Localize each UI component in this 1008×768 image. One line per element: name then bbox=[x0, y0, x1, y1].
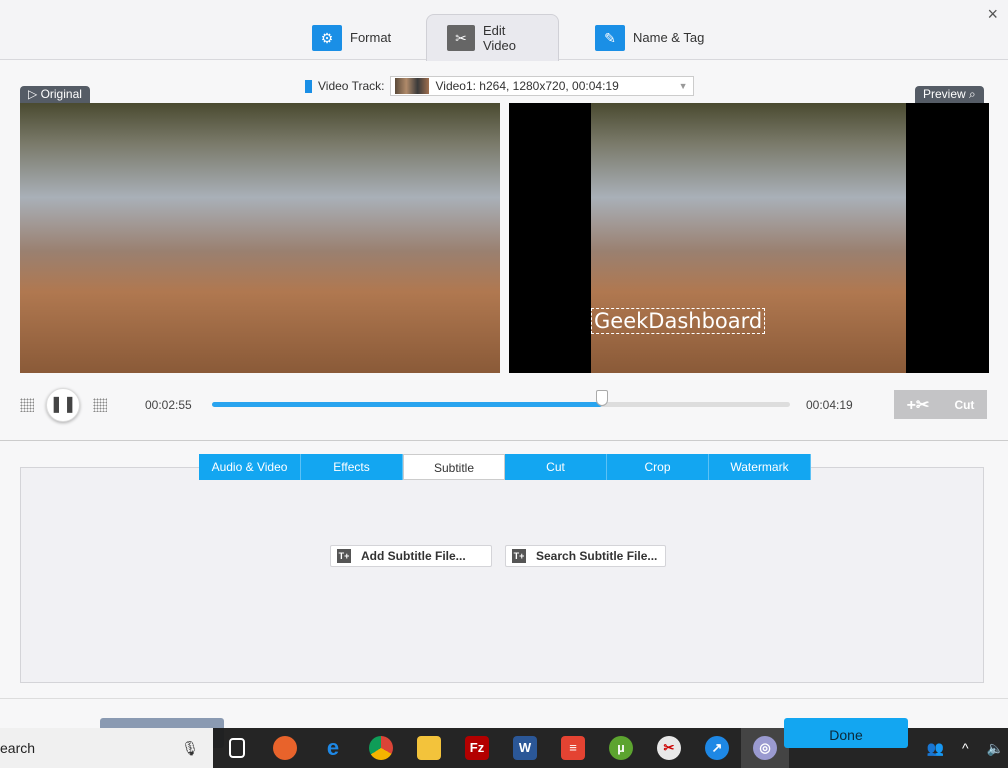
close-button[interactable]: × bbox=[987, 4, 998, 25]
system-tray: 👥 ^ 🔈 bbox=[927, 728, 1008, 768]
file-explorer-icon[interactable] bbox=[405, 728, 453, 768]
volume-icon[interactable]: 🔈 bbox=[987, 740, 1004, 757]
video-track-select[interactable]: Video1: h264, 1280x720, 00:04:19 ▼ bbox=[390, 76, 695, 96]
blue-app-icon[interactable]: ↗ bbox=[693, 728, 741, 768]
tab-format[interactable]: ⚙ Format bbox=[292, 14, 411, 61]
preview-video: GeekDashboard bbox=[509, 103, 989, 373]
track-icon bbox=[305, 79, 312, 93]
pause-button[interactable]: ❚❚ bbox=[46, 388, 80, 422]
search-subtitle-icon: T+ bbox=[512, 549, 526, 563]
firefox-icon[interactable] bbox=[261, 728, 309, 768]
edge-icon[interactable]: e bbox=[309, 728, 357, 768]
video-track-label: Video Track: bbox=[318, 79, 385, 93]
preview-text: Preview bbox=[923, 87, 966, 101]
tab-label: Edit Video bbox=[482, 23, 516, 53]
filezilla-icon[interactable]: Fz bbox=[453, 728, 501, 768]
divider bbox=[0, 440, 1008, 441]
progress-slider[interactable] bbox=[212, 390, 790, 407]
subtab-effects[interactable]: Effects bbox=[301, 454, 403, 480]
track-thumbnail bbox=[395, 78, 430, 94]
tab-name-tag[interactable]: ✎ Name & Tag bbox=[575, 14, 724, 61]
divider bbox=[0, 698, 1008, 699]
add-subtitle-button[interactable]: T+ Add Subtitle File... bbox=[330, 545, 492, 567]
search-text: earch bbox=[0, 740, 36, 756]
subtitle-panel bbox=[20, 467, 984, 683]
cut-button[interactable]: +✂ Cut bbox=[894, 390, 987, 419]
add-subtitle-label: Add Subtitle File... bbox=[361, 549, 466, 563]
task-view-icon[interactable] bbox=[213, 728, 261, 768]
top-bar: × ⚙ Format ✂ Edit Video ✎ Name & Tag bbox=[0, 0, 1008, 61]
progress-fill bbox=[212, 402, 603, 407]
subtab-watermark[interactable]: Watermark bbox=[709, 454, 811, 480]
video-converter-icon[interactable]: ◎ bbox=[741, 728, 789, 768]
original-video bbox=[20, 103, 500, 373]
step-back-icon[interactable] bbox=[20, 398, 34, 412]
subtab-crop[interactable]: Crop bbox=[607, 454, 709, 480]
tab-label: Name & Tag bbox=[633, 30, 705, 45]
watermark-text[interactable]: GeekDashboard bbox=[591, 308, 766, 334]
taskbar-search[interactable]: earch 🎙 bbox=[0, 728, 213, 768]
edit-video-icon: ✂ bbox=[447, 25, 475, 51]
search-subtitle-label: Search Subtitle File... bbox=[536, 549, 658, 563]
add-cut-icon: +✂ bbox=[906, 396, 930, 414]
subtab-audio-video[interactable]: Audio & Video bbox=[199, 454, 301, 480]
microphone-icon[interactable]: 🎙 bbox=[181, 728, 199, 768]
chevron-up-icon[interactable]: ^ bbox=[962, 740, 969, 756]
cut-label: Cut bbox=[954, 397, 975, 412]
preview-label: Preview ⌕ bbox=[915, 86, 984, 103]
original-text: Original bbox=[40, 87, 82, 101]
done-button[interactable]: Done bbox=[784, 718, 908, 748]
slider-handle[interactable] bbox=[596, 390, 609, 406]
subtab-subtitle[interactable]: Subtitle bbox=[403, 454, 505, 480]
utorrent-icon[interactable]: µ bbox=[597, 728, 645, 768]
original-label: ▷ Original bbox=[20, 86, 90, 103]
playback-controls: ❚❚ 00:02:55 00:04:19 +✂ Cut bbox=[0, 388, 1008, 422]
tab-label: Format bbox=[350, 30, 392, 45]
edit-sub-tabs: Audio & Video Effects Subtitle Cut Crop … bbox=[199, 454, 811, 480]
total-time: 00:04:19 bbox=[806, 398, 853, 412]
word-icon[interactable]: W bbox=[501, 728, 549, 768]
format-settings-icon: ⚙ bbox=[312, 24, 342, 51]
name-tag-icon: ✎ bbox=[595, 24, 625, 51]
search-subtitle-button[interactable]: T+ Search Subtitle File... bbox=[505, 545, 666, 567]
done-label: Done bbox=[829, 727, 863, 743]
current-time: 00:02:55 bbox=[145, 398, 192, 412]
video-track-value: Video1: h264, 1280x720, 00:04:19 bbox=[435, 79, 619, 93]
chrome-icon[interactable] bbox=[357, 728, 405, 768]
snipping-tool-icon[interactable]: ✂ bbox=[645, 728, 693, 768]
todoist-icon[interactable]: ≡ bbox=[549, 728, 597, 768]
chevron-down-icon: ▼ bbox=[678, 81, 688, 91]
tab-edit-video[interactable]: ✂ Edit Video bbox=[426, 14, 559, 61]
video-track: Video Track: Video1: h264, 1280x720, 00:… bbox=[305, 76, 695, 96]
add-subtitle-icon: T+ bbox=[337, 549, 351, 563]
subtab-cut[interactable]: Cut bbox=[505, 454, 607, 480]
step-forward-icon[interactable] bbox=[93, 398, 107, 412]
people-icon[interactable]: 👥 bbox=[927, 740, 944, 757]
